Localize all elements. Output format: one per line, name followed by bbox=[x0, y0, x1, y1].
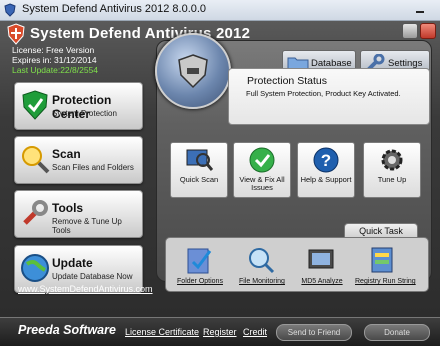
nav-title: Update bbox=[52, 256, 93, 270]
send-to-friend-button[interactable]: Send to Friend bbox=[276, 324, 352, 341]
brand-name: Preeda Software bbox=[18, 323, 116, 337]
view-fix-issues-button[interactable]: View & Fix All Issues bbox=[233, 142, 291, 198]
tune-up-button[interactable]: Tune Up bbox=[363, 142, 421, 198]
action-label: Help & Support bbox=[300, 175, 352, 184]
footer-bar: Preeda Software License Certificate Regi… bbox=[0, 317, 440, 346]
quick-scan-button[interactable]: Quick Scan bbox=[170, 142, 228, 198]
register-link[interactable]: Register bbox=[203, 327, 237, 337]
scan-monitor-icon bbox=[186, 149, 213, 171]
md5-icon bbox=[308, 249, 334, 269]
license-certificate-link[interactable]: License Certificate bbox=[125, 327, 199, 337]
donate-button[interactable]: Donate bbox=[364, 324, 430, 341]
logo-shield-icon bbox=[7, 23, 25, 45]
check-shield-icon bbox=[22, 90, 48, 120]
globe-icon bbox=[21, 254, 49, 282]
quick-task-label: Registry Run String bbox=[355, 278, 416, 285]
license-expires: Expires in: 31/12/2014 bbox=[12, 55, 97, 65]
nav-tools-button[interactable]: Tools Remove & Tune Up Tools bbox=[14, 190, 143, 238]
quick-task-label: MD5 Analyze bbox=[301, 278, 343, 285]
window-title: System Defend Antivirus 2012 8.0.0.0 bbox=[22, 3, 207, 15]
status-heading: Protection Status bbox=[247, 75, 327, 87]
file-monitoring-item[interactable]: File Monitoring bbox=[234, 244, 288, 288]
license-info: License: Free Version Expires in: 31/12/… bbox=[12, 45, 98, 75]
minimize-icon[interactable] bbox=[414, 3, 426, 15]
wrench-icon bbox=[23, 200, 48, 225]
registry-run-string-item[interactable]: Registry Run String bbox=[355, 244, 416, 288]
nav-subtitle: Scan Files and Folders bbox=[52, 163, 134, 172]
status-detail: Full System Protection, Product Key Acti… bbox=[246, 89, 401, 98]
quick-task-label: Folder Options bbox=[177, 278, 223, 285]
credit-link[interactable]: Credit bbox=[243, 327, 267, 337]
status-orb bbox=[155, 33, 231, 109]
folder-options-item[interactable]: Folder Options bbox=[172, 244, 226, 288]
nav-title: Tools bbox=[52, 201, 84, 215]
minimize-button[interactable] bbox=[402, 23, 418, 39]
question-icon: ? bbox=[313, 147, 339, 173]
monitor-magnifier-icon bbox=[249, 248, 275, 274]
registry-icon bbox=[371, 247, 393, 273]
nav-subtitle: Update Database Now bbox=[52, 272, 133, 281]
action-label: View & Fix All Issues bbox=[239, 175, 285, 192]
action-label: Tune Up bbox=[377, 175, 407, 184]
md5-analyze-item[interactable]: MD5 Analyze bbox=[294, 244, 348, 288]
magnifier-icon bbox=[22, 146, 50, 174]
last-update: Last Update:22/8/2554 bbox=[12, 65, 99, 75]
help-support-button[interactable]: ? Help & Support bbox=[297, 142, 355, 198]
svg-text:?: ? bbox=[321, 151, 331, 170]
close-button[interactable] bbox=[420, 23, 436, 39]
folder-check-icon bbox=[187, 248, 212, 274]
nav-subtitle: System Protection bbox=[52, 109, 117, 118]
check-circle-icon bbox=[249, 147, 275, 173]
nav-scan-button[interactable]: Scan Scan Files and Folders bbox=[14, 136, 143, 184]
website-link[interactable]: www.SystemDefendAntivirus.com bbox=[18, 284, 153, 294]
nav-title: Scan bbox=[52, 147, 81, 161]
window-titlebar: System Defend Antivirus 2012 8.0.0.0 bbox=[0, 0, 440, 21]
quick-task-label: File Monitoring bbox=[239, 278, 285, 285]
action-label: Quick Scan bbox=[179, 175, 219, 184]
nav-subtitle: Remove & Tune Up Tools bbox=[52, 217, 122, 235]
shield-status-icon bbox=[178, 54, 208, 89]
protection-status-box: Protection Status Full System Protection… bbox=[228, 68, 430, 125]
app-shield-icon bbox=[4, 3, 16, 17]
nav-protection-center-button[interactable]: Protection Center System Protection bbox=[14, 82, 143, 130]
license-version: License: Free Version bbox=[12, 45, 95, 55]
gear-icon bbox=[381, 149, 403, 171]
